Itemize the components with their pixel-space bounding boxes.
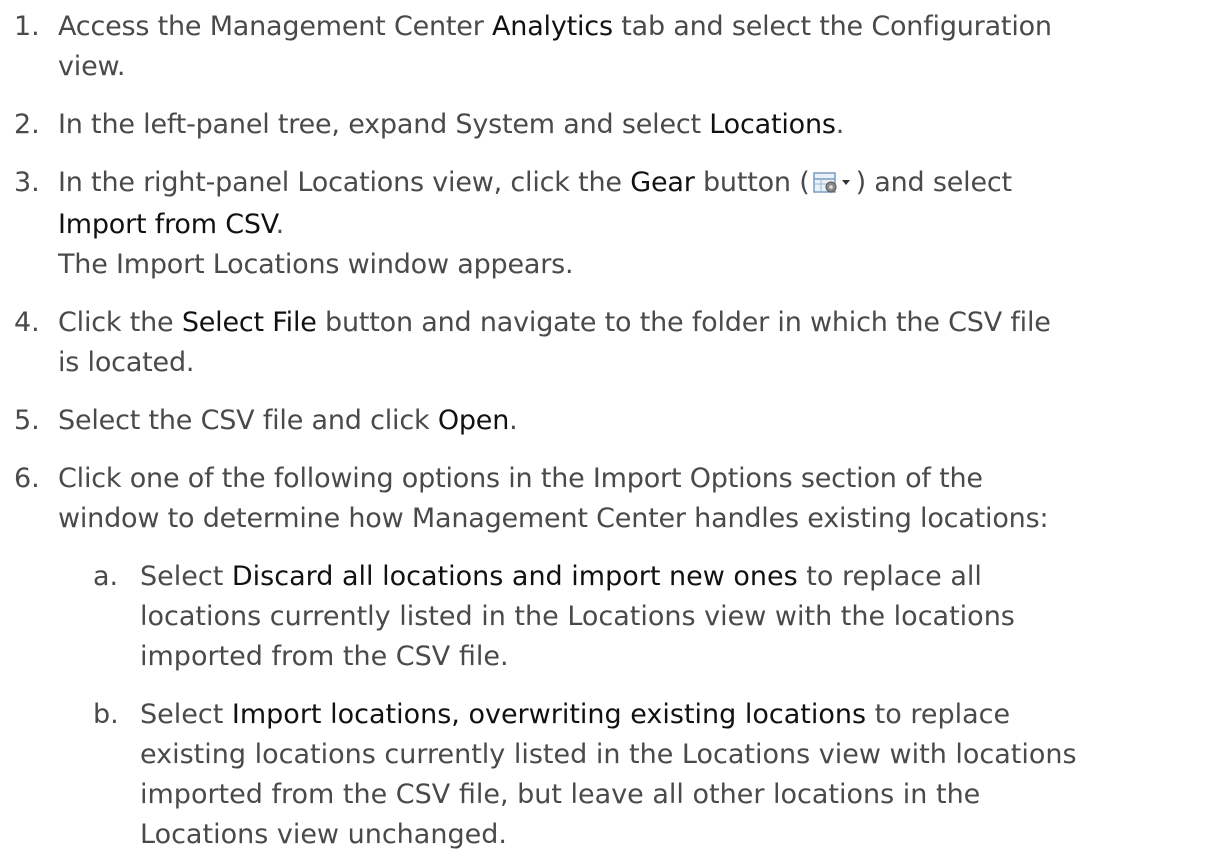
step-result: The Import Locations window appears. — [58, 249, 574, 280]
step-text: Select the CSV file and click Open. — [58, 405, 518, 436]
substep-text: Select Import locations, overwriting exi… — [140, 699, 1011, 730]
step-text: In the left-panel tree, expand System an… — [58, 109, 845, 140]
substep-text-continued: imported from the CSV file, but leave al… — [140, 779, 981, 810]
instruction-document: 1. Access the Management Center Analytic… — [0, 0, 1220, 850]
substep-text-continued: imported from the CSV file. — [140, 641, 509, 672]
bold-term: Open — [437, 405, 510, 436]
gear-dropdown-icon — [812, 168, 854, 194]
substep-text-continued: locations currently listed in the Locati… — [140, 601, 1015, 632]
step-text: In the right-panel Locations view, click… — [58, 167, 1012, 198]
substep-letter: b. — [93, 699, 119, 730]
step-text-continued: is located. — [58, 347, 195, 378]
step-number: 1. — [14, 11, 40, 42]
substep-text: Select Discard all locations and import … — [140, 561, 982, 592]
step-text: Click one of the following options in th… — [58, 463, 983, 494]
substep-text-continued: existing locations currently listed in t… — [140, 739, 1077, 770]
bold-term: Discard all locations and import new one… — [231, 561, 798, 592]
step-text-continued: Import from CSV. — [58, 209, 284, 240]
step-text-continued: window to determine how Management Cente… — [58, 503, 1049, 534]
substep-text-continued: Locations view unchanged. — [140, 819, 507, 850]
step-text: Access the Management Center Analytics t… — [58, 11, 1052, 42]
step-number: 6. — [14, 463, 40, 494]
bold-term: Analytics — [492, 11, 613, 42]
step-number: 3. — [14, 167, 40, 198]
step-number: 2. — [14, 109, 40, 140]
step-text: Click the Select File button and navigat… — [58, 307, 1051, 338]
bold-term: Import locations, overwriting existing l… — [231, 699, 867, 730]
step-number: 4. — [14, 307, 40, 338]
bold-term: Select File — [181, 307, 317, 338]
bold-term: Locations — [709, 109, 836, 140]
bold-term: Gear — [630, 167, 695, 198]
step-number: 5. — [14, 405, 40, 436]
step-text-continued: view. — [58, 51, 126, 82]
bold-term: Import from CSV — [58, 209, 276, 240]
substep-letter: a. — [93, 561, 119, 592]
